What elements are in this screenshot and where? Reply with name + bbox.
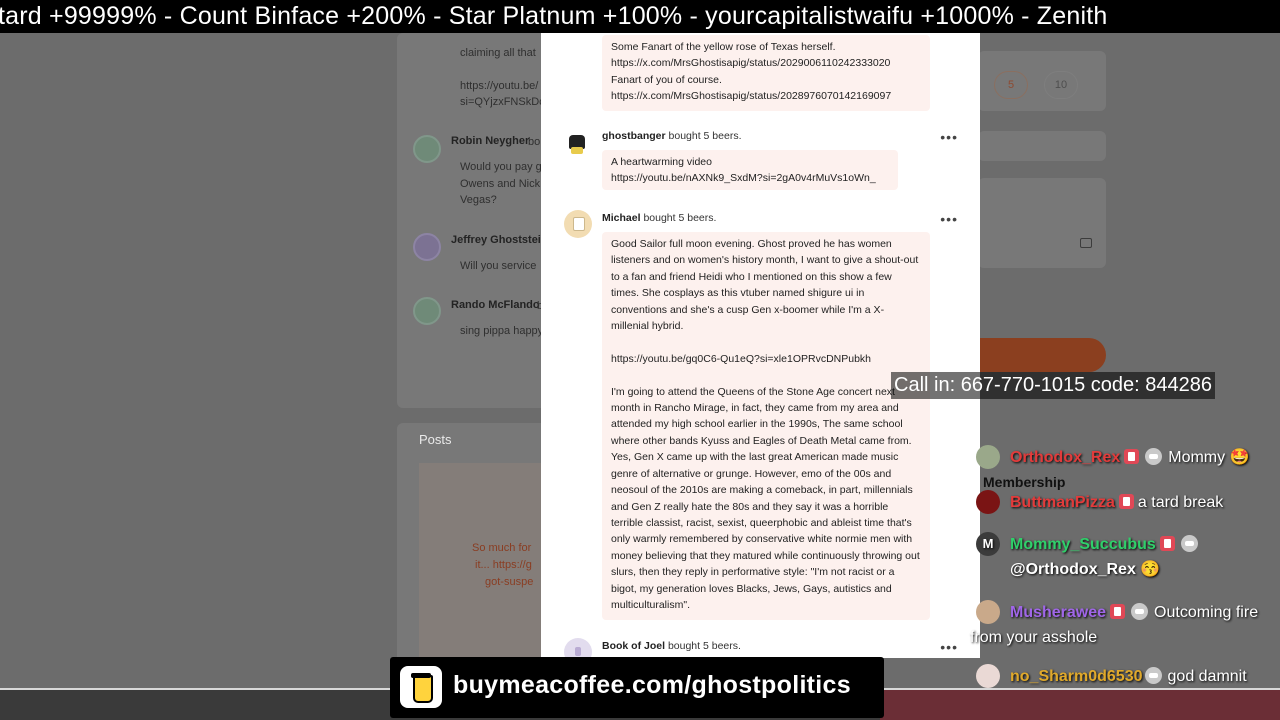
avatar (413, 135, 441, 163)
avatar (564, 638, 592, 658)
ticker-text: tard +99999% - Count Binface +200% - Sta… (0, 2, 1108, 30)
avatar (413, 233, 441, 261)
supporter-message-text: Good Sailor full moon evening. Ghost pro… (611, 238, 920, 611)
commenter-name: Jeffrey Ghoststein (451, 234, 548, 246)
posts-heading: Posts (419, 432, 452, 447)
bg-support-button[interactable] (980, 338, 1106, 372)
supporter-message: Good Sailor full moon evening. Ghost pro… (602, 232, 930, 620)
comment-1-line-0: Would you pay g (460, 161, 542, 173)
member-badge-icon (1159, 536, 1175, 551)
supporter-name[interactable]: Michael (602, 212, 641, 224)
buymeacoffee-banner: buymeacoffee.com/ghostpolitics (390, 657, 884, 718)
post-preview-line-2: got-suspe (485, 576, 534, 588)
gift-badge-icon (1131, 603, 1149, 620)
chat-message: Orthodox_Rex Mommy 🤩 (970, 445, 1280, 470)
supporter-header: ghostbanger bought 5 beers. (602, 130, 742, 142)
supporter-header: Michael bought 5 beers. (602, 212, 716, 224)
pagination-10[interactable]: 10 (1044, 71, 1078, 99)
avatar (413, 297, 441, 325)
member-badge-icon (1124, 449, 1140, 464)
chat-username[interactable]: Musherawee (1010, 604, 1106, 621)
commenter-name: Robin Neygher (451, 135, 530, 147)
call-in-overlay: Call in: 667-770-1015 code: 844286 (891, 372, 1216, 399)
supporter-message-text: Some Fanart of the yellow rose of Texas … (611, 41, 892, 103)
supporter-action: bought 5 beers. (667, 640, 741, 652)
chat-username[interactable]: ButtmanPizza (1010, 494, 1115, 511)
avatar: M (976, 532, 1000, 556)
supporter-name[interactable]: ghostbanger (602, 130, 666, 142)
gift-badge-icon (1144, 667, 1162, 684)
avatar (563, 129, 589, 155)
comment-0-line-3: si=QYjzxFNSkDc (460, 96, 545, 108)
comment-0-line-2: https://youtu.be/ (460, 80, 539, 92)
more-options-icon[interactable]: ••• (940, 211, 958, 227)
chat-username[interactable]: Mommy_Succubus (1010, 536, 1156, 553)
member-badge-icon (1118, 494, 1134, 509)
comment-1-line-1: Owens and Nick (460, 178, 541, 190)
supporter-message-text: A heartwarming video https://youtu.be/nA… (611, 156, 876, 185)
comment-2-line-0: Will you service (460, 260, 537, 272)
supporter-message: Some Fanart of the yellow rose of Texas … (602, 35, 930, 111)
bottom-accent (880, 690, 1280, 720)
comment-1-line-2: Vegas? (460, 194, 497, 206)
comment-0-line-0: claiming all that (460, 47, 536, 59)
gift-badge-icon (1180, 535, 1198, 552)
post-preview-line-0: So much for (472, 542, 532, 554)
avatar (976, 445, 1000, 469)
supporter-action: bought 5 beers. (643, 212, 717, 224)
more-options-icon[interactable]: ••• (940, 129, 958, 145)
chat-text: god damnit (1167, 668, 1247, 685)
comment-3-line-0: sing pippa happy (460, 325, 544, 337)
membership-label: Membership (983, 474, 1066, 490)
commenter-suffix: bo (528, 136, 541, 148)
supporter-name[interactable]: Book of Joel (602, 640, 665, 652)
chat-text: @Orthodox_Rex 😚 (1010, 561, 1161, 578)
banner-url: buymeacoffee.com/ghostpolitics (453, 671, 851, 699)
bg-field (978, 131, 1106, 161)
chat-message: no_Sharm0d6530 god damnit (970, 664, 1280, 689)
chat-username[interactable]: no_Sharm0d6530 (1010, 668, 1143, 685)
avatar (976, 664, 1000, 688)
chat-message: Musherawee Outcoming fire from your assho… (970, 600, 1280, 650)
camera-icon (1080, 238, 1092, 248)
chat-message: M Mommy_Succubus @Orthodox_Rex 😚 (970, 532, 1280, 582)
chat-username[interactable]: Orthodox_Rex (1010, 449, 1120, 466)
supporter-action: bought 5 beers. (668, 130, 742, 142)
chat-message: ButtmanPizza a tard break (970, 490, 1280, 515)
chat-text: Mommy 🤩 (1168, 449, 1250, 466)
supporter-message: A heartwarming video https://youtu.be/nA… (602, 150, 898, 190)
coffee-cup-icon (400, 666, 442, 708)
pagination-5[interactable]: 5 (994, 71, 1028, 99)
gift-badge-icon (1145, 448, 1163, 465)
chat-text: a tard break (1137, 494, 1224, 511)
commenter-name: Rando McFlando (451, 299, 540, 311)
supporters-modal: Some Fanart of the yellow rose of Texas … (541, 33, 980, 658)
more-options-icon[interactable]: ••• (940, 639, 958, 655)
bg-textarea (978, 178, 1106, 268)
member-badge-icon (1110, 604, 1126, 619)
supporter-header: Book of Joel bought 5 beers. (602, 640, 741, 652)
avatar (976, 600, 1000, 624)
news-ticker: tard +99999% - Count Binface +200% - Sta… (0, 0, 1280, 33)
avatar (976, 490, 1000, 514)
post-preview-line-1: it... https://g (475, 559, 532, 571)
avatar (564, 210, 592, 238)
